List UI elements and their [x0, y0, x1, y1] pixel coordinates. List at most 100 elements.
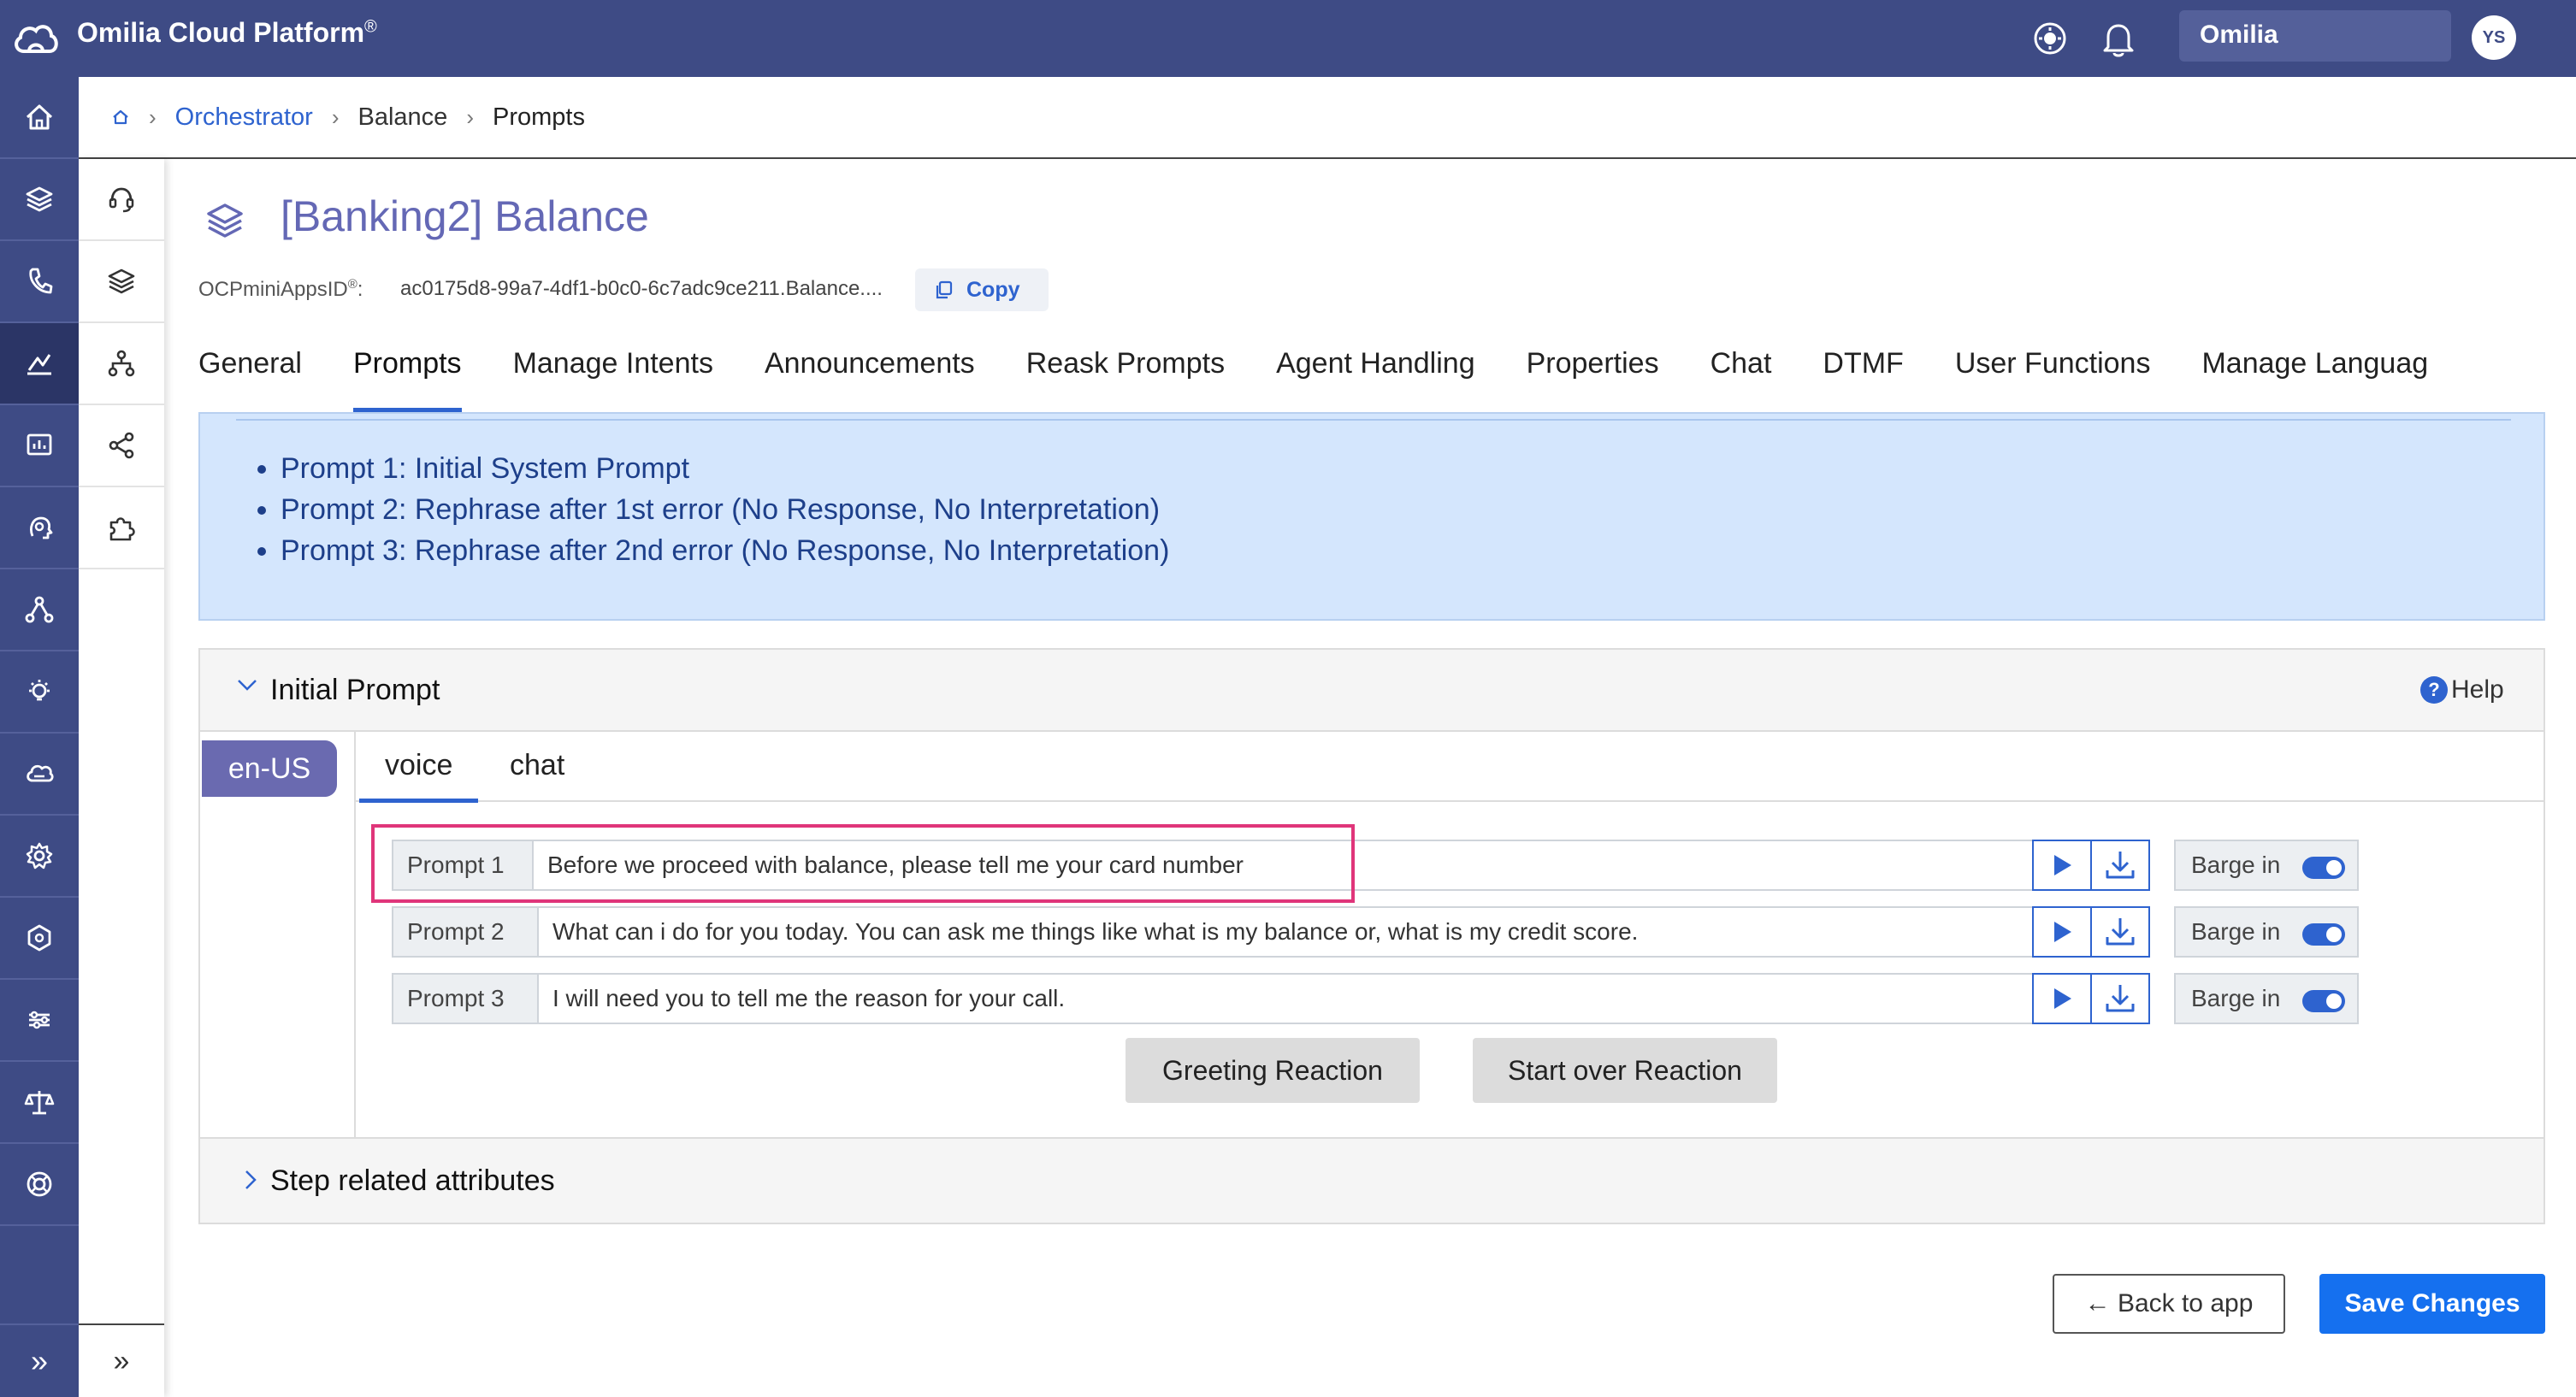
layers-icon [108, 268, 135, 294]
play-icon [2054, 922, 2071, 942]
double-chevron-right-icon: » [30, 1343, 49, 1378]
rail-cloud[interactable] [0, 734, 79, 816]
sub-item-layers[interactable] [79, 241, 164, 323]
appid-label: OCPminiAppsID®: [198, 277, 363, 301]
rail-layers[interactable] [0, 159, 79, 241]
rail-voice-biometrics[interactable] [0, 487, 79, 569]
info-item: Prompt 2: Rephrase after 1st error (No R… [281, 489, 1169, 530]
layers-icon [26, 186, 53, 212]
play-button[interactable] [2032, 840, 2092, 891]
tab-dtmf[interactable]: DTMF [1823, 340, 1903, 400]
breadcrumb-balance[interactable]: Balance [358, 103, 448, 132]
tab-user-functions[interactable]: User Functions [1955, 340, 2151, 400]
tab-reask-prompts[interactable]: Reask Prompts [1026, 340, 1225, 400]
divider [236, 419, 2511, 421]
double-chevron-right-icon: » [113, 1344, 130, 1377]
rail-compliance[interactable] [0, 1062, 79, 1144]
download-icon [2106, 852, 2135, 879]
sidebar-expand-button[interactable]: » [79, 1323, 164, 1397]
rail-support[interactable] [0, 1144, 79, 1226]
tab-general[interactable]: General [198, 340, 302, 400]
rail-settings[interactable] [0, 816, 79, 898]
rail-admin[interactable] [0, 898, 79, 980]
play-button[interactable] [2032, 973, 2092, 1024]
tab-properties[interactable]: Properties [1527, 340, 1659, 400]
tab-manage-intents[interactable]: Manage Intents [513, 340, 713, 400]
tab-bar: General Prompts Manage Intents Announcem… [198, 340, 2479, 412]
cloud-icon [27, 764, 54, 782]
tab-voice[interactable]: voice [358, 749, 479, 803]
hierarchy-icon [108, 350, 135, 377]
help-link[interactable]: ? Help [2420, 675, 2504, 704]
puzzle-icon [109, 517, 135, 541]
sub-item-share[interactable] [79, 405, 164, 487]
sub-item-headset[interactable] [79, 159, 164, 241]
sub-item-extensions[interactable] [79, 487, 164, 569]
breadcrumb-orchestrator[interactable]: Orchestrator [175, 103, 313, 132]
greeting-reaction-button[interactable]: Greeting Reaction [1126, 1038, 1420, 1103]
prompt-row-3: Prompt 3 I will need you to tell me the … [392, 973, 2437, 1026]
toggle-switch[interactable] [2302, 923, 2345, 946]
sub-item-hierarchy[interactable] [79, 323, 164, 405]
play-button[interactable] [2032, 906, 2092, 958]
headset-icon [109, 187, 134, 213]
download-button[interactable] [2090, 840, 2150, 891]
voice-biometrics-icon [30, 516, 53, 539]
tab-chat[interactable]: Chat [1710, 340, 1772, 400]
start-over-reaction-button[interactable]: Start over Reaction [1473, 1038, 1777, 1103]
rail-home[interactable] [0, 77, 79, 159]
prompt-label: Prompt 2 [392, 906, 537, 958]
help-icon: ? [2420, 676, 2448, 704]
rail-orchestrator[interactable] [0, 323, 79, 405]
tab-agent-handling[interactable]: Agent Handling [1276, 340, 1475, 400]
lifebuoy-icon [27, 1171, 52, 1197]
barge-in-toggle[interactable]: Barge in [2174, 973, 2359, 1024]
prompt-text-input[interactable]: I will need you to tell me the reason fo… [537, 973, 2034, 1024]
breadcrumb: › Orchestrator › Balance › Prompts [79, 77, 2576, 159]
secondary-sidebar: » [79, 159, 164, 1397]
rail-reports[interactable] [0, 405, 79, 487]
layers-icon [204, 198, 246, 241]
prompt-text-input[interactable]: What can i do for you today. You can ask… [537, 906, 2034, 958]
back-to-app-button[interactable]: ← Back to app [2053, 1274, 2285, 1334]
user-avatar[interactable]: YS [2472, 15, 2516, 60]
admin-icon [27, 924, 51, 952]
tab-announcements[interactable]: Announcements [765, 340, 975, 400]
tab-manage-languages[interactable]: Manage Languag [2201, 340, 2428, 400]
barge-in-toggle[interactable]: Barge in [2174, 840, 2359, 891]
initial-prompt-title: Initial Prompt [270, 674, 440, 706]
barge-in-toggle[interactable]: Barge in [2174, 906, 2359, 958]
theme-icon[interactable] [2029, 17, 2071, 60]
tab-prompts[interactable]: Prompts [352, 340, 462, 412]
organization-select[interactable]: Omilia [2179, 10, 2451, 62]
rail-flows[interactable] [0, 569, 79, 651]
home-icon[interactable] [111, 108, 130, 127]
language-column: en-US [200, 732, 356, 1139]
initial-prompt-header[interactable]: Initial Prompt ? Help [200, 650, 2544, 732]
download-button[interactable] [2090, 906, 2150, 958]
download-button[interactable] [2090, 973, 2150, 1024]
chevron-right-icon: › [149, 103, 157, 130]
info-item: Prompt 1: Initial System Prompt [281, 448, 1169, 489]
download-icon [2106, 918, 2135, 946]
save-changes-button[interactable]: Save Changes [2319, 1274, 2545, 1334]
tab-chat-channel[interactable]: chat [510, 749, 564, 782]
copy-icon [936, 280, 953, 299]
language-en-us[interactable]: en-US [202, 740, 337, 797]
flow-icon [25, 596, 54, 623]
step-attributes-panel[interactable]: Step related attributes [198, 1139, 2545, 1224]
toggle-switch[interactable] [2302, 857, 2345, 879]
rail-phone[interactable] [0, 241, 79, 323]
rail-expand-button[interactable]: » [0, 1323, 79, 1397]
lightbulb-icon [29, 680, 50, 701]
info-item: Prompt 3: Rephrase after 2nd error (No R… [281, 530, 1169, 571]
copy-button[interactable]: Copy [915, 268, 1049, 311]
toggle-switch[interactable] [2302, 990, 2345, 1012]
channel-tabs: voice chat [356, 732, 2544, 803]
bell-icon[interactable] [2097, 17, 2140, 60]
rail-integrations[interactable] [0, 980, 79, 1062]
rail-insights[interactable] [0, 651, 79, 734]
app-title[interactable]: Omilia Cloud Platform® [77, 17, 377, 49]
prompt-label: Prompt 3 [392, 973, 537, 1024]
page-title: [Banking2] Balance [281, 192, 649, 240]
